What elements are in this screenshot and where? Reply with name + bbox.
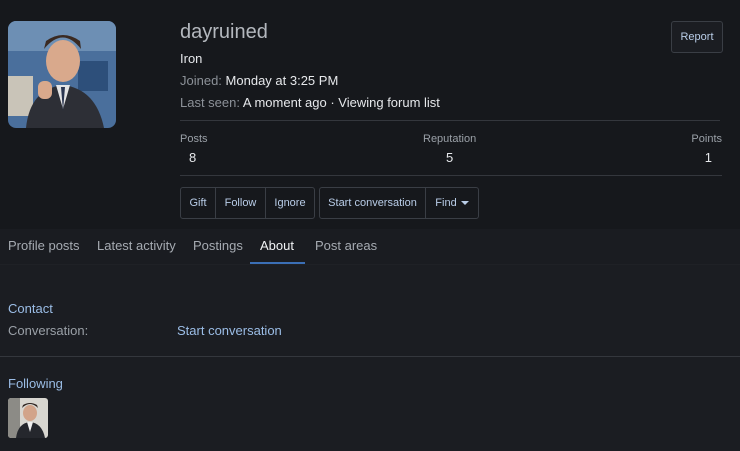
points-value[interactable]: 1 <box>705 150 712 165</box>
ignore-button[interactable]: Ignore <box>266 188 314 218</box>
profile-rank: Iron <box>180 51 203 66</box>
last-seen-value: A moment ago · Viewing forum list <box>242 95 440 110</box>
profile-username: dayruined <box>180 21 268 43</box>
caret-down-icon <box>460 201 469 205</box>
profile-header: dayruined Iron Joined: Monday at 3:25 PM… <box>0 0 740 229</box>
profile-tabs: Profile posts Latest activity Postings A… <box>0 229 740 265</box>
following-user-avatar[interactable] <box>8 398 48 438</box>
follow-button[interactable]: Follow <box>216 188 266 218</box>
posts-value[interactable]: 8 <box>189 150 196 165</box>
tab-latest-activity[interactable]: Latest activity <box>97 229 176 264</box>
avatar-photo-icon <box>8 21 116 128</box>
tab-post-areas[interactable]: Post areas <box>315 229 377 264</box>
active-tab-indicator <box>250 262 305 264</box>
joined-line: Joined: Monday at 3:25 PM <box>180 73 338 88</box>
tab-postings[interactable]: Postings <box>193 229 243 264</box>
joined-value: Monday at 3:25 PM <box>225 73 339 88</box>
start-conversation-link[interactable]: Start conversation <box>177 323 282 338</box>
tab-about[interactable]: About <box>260 229 294 264</box>
last-seen-label: Last seen: <box>180 95 240 110</box>
reputation-label: Reputation <box>423 133 477 145</box>
divider <box>180 175 722 176</box>
avatar-photo-icon <box>8 398 48 438</box>
find-button[interactable]: Find <box>426 188 478 218</box>
profile-avatar[interactable] <box>8 21 116 128</box>
gift-button[interactable]: Gift <box>181 188 216 218</box>
divider <box>0 356 740 357</box>
find-button-label: Find <box>435 197 457 209</box>
points-label: Points <box>691 133 722 145</box>
last-seen-line: Last seen: A moment ago · Viewing forum … <box>180 95 440 110</box>
divider <box>180 120 720 121</box>
contact-section-title: Contact <box>8 301 53 316</box>
member-actions-group: Gift Follow Ignore <box>180 187 315 219</box>
joined-label: Joined: <box>180 73 222 88</box>
start-conversation-button[interactable]: Start conversation <box>320 188 426 218</box>
conversation-actions-group: Start conversation Find <box>319 187 479 219</box>
conversation-label: Conversation: <box>8 323 89 338</box>
tab-profile-posts[interactable]: Profile posts <box>8 229 80 264</box>
reputation-value: 5 <box>446 150 454 165</box>
report-button[interactable]: Report <box>671 21 723 53</box>
following-section-title: Following <box>8 376 63 391</box>
posts-label: Posts <box>180 133 208 145</box>
